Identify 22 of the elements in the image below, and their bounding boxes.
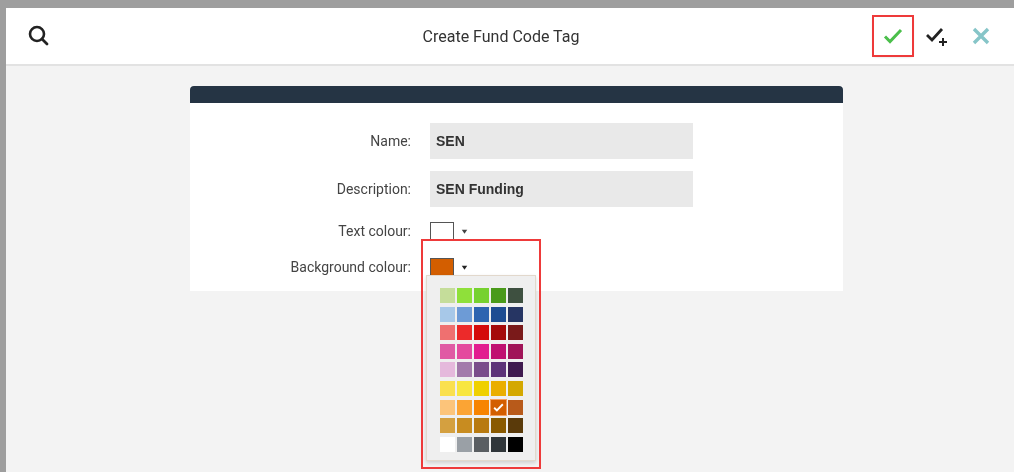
colour-picker-button[interactable] [430, 221, 470, 241]
field-label: Name: [369, 133, 411, 149]
colour-chip[interactable] [490, 362, 506, 378]
colour-chip[interactable] [507, 343, 523, 359]
colour-chip[interactable] [490, 325, 506, 341]
colour-picker-button[interactable] [430, 257, 470, 277]
text-field[interactable]: SEN Funding [430, 171, 693, 207]
colour-chip[interactable] [490, 306, 506, 322]
page-title: Create Fund Code Tag [421, 26, 581, 46]
colour-chip[interactable] [490, 436, 506, 452]
colour-chip[interactable] [507, 362, 523, 378]
colour-chip[interactable] [507, 418, 523, 434]
field-label: Background colour: [289, 259, 411, 275]
text-field[interactable]: SEN [430, 123, 693, 159]
search-icon [27, 24, 51, 48]
colour-chip[interactable] [507, 306, 523, 322]
colour-chip[interactable] [507, 325, 523, 341]
save-button[interactable] [874, 17, 912, 55]
field-label: Text colour: [337, 223, 411, 239]
colour-chip[interactable] [507, 288, 523, 303]
field-label: Description: [335, 181, 411, 197]
colour-chip[interactable] [507, 436, 523, 452]
